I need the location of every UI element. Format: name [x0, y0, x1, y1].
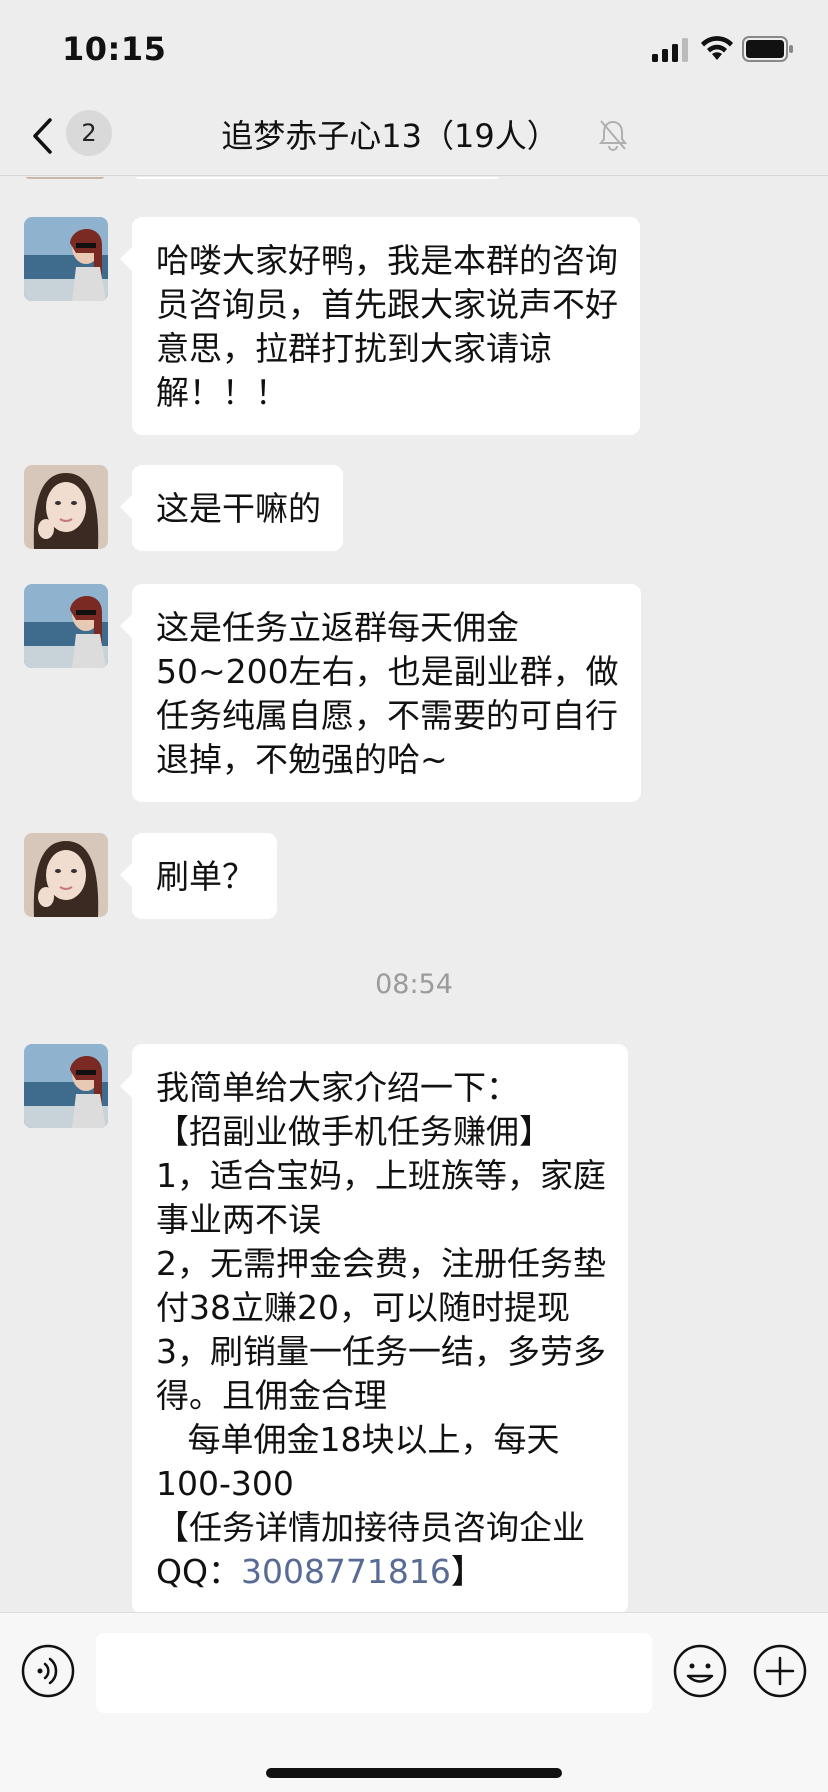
message-input[interactable]: [96, 1633, 652, 1713]
message-text: 【招副业做手机任务赚佣】: [156, 1112, 552, 1151]
message-text: 意思，拉群打扰到大家请谅: [156, 329, 552, 368]
avatar[interactable]: [24, 177, 106, 179]
message-text: 50~200左右，也是副业群，做: [156, 652, 619, 691]
message-text: 付38立赚20，可以随时提现: [156, 1288, 570, 1327]
plus-icon[interactable]: [752, 1643, 808, 1699]
emoji-icon[interactable]: [672, 1643, 728, 1699]
message-text: 哈喽大家好鸭，我是本群的咨询: [156, 241, 618, 280]
message-text: 员咨询员，首先跟大家说声不好: [156, 285, 618, 324]
avatar[interactable]: [24, 217, 108, 301]
input-bar: [0, 1612, 828, 1792]
message-text: 【任务详情加接待员咨询企业: [156, 1508, 585, 1547]
battery-icon: [742, 36, 793, 62]
message-text: 每单佣金18块以上，每天: [156, 1420, 560, 1459]
message-text: 刷单？: [156, 857, 255, 896]
message-text: QQ：3008771816】: [156, 1550, 606, 1594]
message-bubble[interactable]: [132, 177, 502, 179]
qq-suffix: 】: [450, 1552, 484, 1591]
mute-bell-icon: [599, 120, 627, 151]
message-text: 任务纯属自愿，不需要的可自行: [156, 696, 618, 735]
voice-icon[interactable]: [20, 1643, 76, 1699]
message-list[interactable]: 哈喽大家好鸭，我是本群的咨询 员咨询员，首先跟大家说声不好 意思，拉群打扰到大家…: [0, 177, 828, 1612]
chat-screen: 10:15 2 追梦赤子心13（19人） 哈喽大家好鸭，我是本群的咨询 员咨询员…: [0, 0, 828, 1792]
chat-header: 2 追梦赤子心13（19人）: [0, 100, 828, 176]
message-text: 退掉，不勉强的哈~: [156, 740, 448, 779]
message-text: 这是任务立返群每天佣金: [156, 608, 519, 647]
message-bubble[interactable]: 刷单？: [120, 833, 277, 919]
wifi-icon: [701, 36, 733, 60]
message-text: 我简单给大家介绍一下：: [156, 1068, 519, 1107]
message-text: 100-300: [156, 1464, 294, 1503]
message-text: 得。且佣金合理: [156, 1376, 387, 1415]
avatar[interactable]: [24, 465, 108, 549]
home-indicator[interactable]: [266, 1768, 562, 1778]
avatar[interactable]: [24, 833, 108, 917]
qq-prefix: QQ：: [156, 1552, 241, 1591]
message-text: 3，刷销量一任务一结，多劳多: [156, 1332, 606, 1371]
message-text: 这是干嘛的: [156, 489, 321, 528]
message-text: 解！！！: [156, 373, 288, 412]
message-bubble[interactable]: 哈喽大家好鸭，我是本群的咨询 员咨询员，首先跟大家说声不好 意思，拉群打扰到大家…: [120, 217, 640, 435]
timestamp: 08:54: [375, 969, 453, 1000]
avatar[interactable]: [24, 1044, 108, 1128]
message-text: 1，适合宝妈，上班族等，家庭: [156, 1156, 606, 1195]
signal-icon: [652, 38, 688, 62]
status-time: 10:15: [62, 30, 167, 68]
message-bubble[interactable]: 我简单给大家介绍一下： 【招副业做手机任务赚佣】 1，适合宝妈，上班族等，家庭 …: [120, 1044, 628, 1612]
message-bubble[interactable]: 这是干嘛的: [120, 465, 343, 551]
status-bar: 10:15: [0, 0, 828, 100]
message-text: 2，无需押金会费，注册任务垫: [156, 1244, 606, 1283]
message-bubble[interactable]: 这是任务立返群每天佣金 50~200左右，也是副业群，做 任务纯属自愿，不需要的…: [120, 584, 641, 802]
chat-title[interactable]: 追梦赤子心13（19人）: [180, 114, 600, 158]
unread-count-badge[interactable]: 2: [66, 110, 112, 156]
back-icon[interactable]: [30, 116, 56, 156]
qq-number-link[interactable]: 3008771816: [241, 1552, 451, 1591]
message-text: 事业两不误: [156, 1200, 321, 1239]
avatar[interactable]: [24, 584, 108, 668]
